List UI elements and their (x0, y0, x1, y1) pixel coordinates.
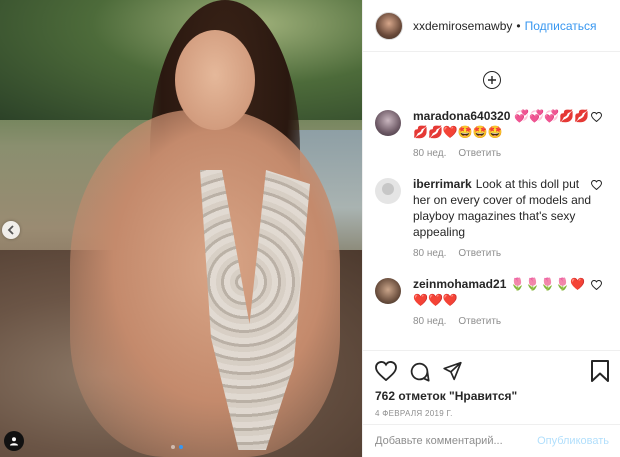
comment-icon (410, 362, 430, 382)
comment-age[interactable]: 80 нед. (413, 146, 446, 162)
save-button[interactable] (591, 360, 609, 382)
heart-icon (375, 361, 397, 381)
post-header: xxdemirosemawby • Подписаться (363, 0, 620, 52)
carousel-indicator (171, 445, 183, 449)
comment-body: iberrimark Look at this doll put her on e… (413, 176, 593, 262)
load-more-comments[interactable] (363, 52, 620, 108)
add-comment-bar: Опубликовать (363, 424, 620, 457)
post-actions: 762 отметок "Нравится" 4 ФЕВРАЛЯ 2019 Г. (363, 350, 620, 418)
send-icon (443, 361, 462, 381)
plus-circle-icon (482, 71, 501, 89)
commenter-avatar[interactable] (375, 110, 401, 136)
comment-item: iberrimark Look at this doll put her on e… (363, 176, 620, 262)
commenter-avatar[interactable] (375, 178, 401, 204)
commenter-avatar[interactable] (375, 278, 401, 304)
comment-author[interactable]: zeinmohamad21 (413, 277, 506, 291)
comment-meta: 80 нед. Ответить (413, 314, 593, 330)
author-avatar[interactable] (375, 11, 403, 40)
like-button[interactable] (375, 361, 397, 381)
comment-like-button[interactable] (590, 179, 603, 193)
action-bar (375, 357, 609, 385)
reply-button[interactable]: Ответить (458, 314, 501, 330)
comment-button[interactable] (409, 361, 430, 382)
heart-icon (590, 279, 603, 291)
comment-input[interactable] (375, 435, 538, 447)
comment-age[interactable]: 80 нед. (413, 246, 446, 262)
comment-age[interactable]: 80 нед. (413, 314, 446, 330)
chevron-left-icon (7, 225, 14, 235)
comment-like-button[interactable] (590, 279, 603, 293)
post-side-panel: xxdemirosemawby • Подписаться maradona64… (362, 0, 620, 457)
comment-body: zeinmohamad21 🌷🌷🌷🌷❤️❤️❤️❤️ 80 нед. Ответи… (413, 276, 593, 330)
comment-meta: 80 нед. Ответить (413, 246, 593, 262)
post-date[interactable]: 4 ФЕВРАЛЯ 2019 Г. (375, 409, 609, 418)
comment-item: zeinmohamad21 🌷🌷🌷🌷❤️❤️❤️❤️ 80 нед. Ответи… (363, 276, 620, 330)
comment-meta: 80 нед. Ответить (413, 146, 593, 162)
carousel-prev-button[interactable] (2, 221, 20, 239)
header-separator: • (516, 18, 521, 33)
post-photo[interactable] (0, 0, 362, 457)
user-tag-icon (10, 437, 18, 446)
carousel-dot-active (179, 445, 183, 449)
heart-icon (590, 111, 603, 123)
user-tag-button[interactable] (4, 431, 24, 451)
likes-count[interactable]: 762 отметок "Нравится" (375, 389, 609, 403)
comment-author[interactable]: maradona640320 (413, 109, 510, 123)
follow-button[interactable]: Подписаться (525, 19, 597, 33)
comment-like-button[interactable] (590, 111, 603, 125)
share-button[interactable] (442, 361, 463, 381)
bookmark-icon (591, 360, 609, 382)
reply-button[interactable]: Ответить (458, 146, 501, 162)
heart-icon (590, 179, 603, 191)
author-username[interactable]: xxdemirosemawby (413, 19, 512, 33)
comment-body: maradona640320 💞💞💞💋💋💋💋❤️🤩🤩🤩 80 нед. Ответ… (413, 108, 593, 162)
publish-button[interactable]: Опубликовать (537, 435, 609, 447)
comment-item: maradona640320 💞💞💞💋💋💋💋❤️🤩🤩🤩 80 нед. Ответ… (363, 108, 620, 162)
carousel-dot (171, 445, 175, 449)
photo-subject-face (175, 30, 255, 130)
comment-author[interactable]: iberrimark (413, 177, 472, 191)
reply-button[interactable]: Ответить (458, 246, 501, 262)
